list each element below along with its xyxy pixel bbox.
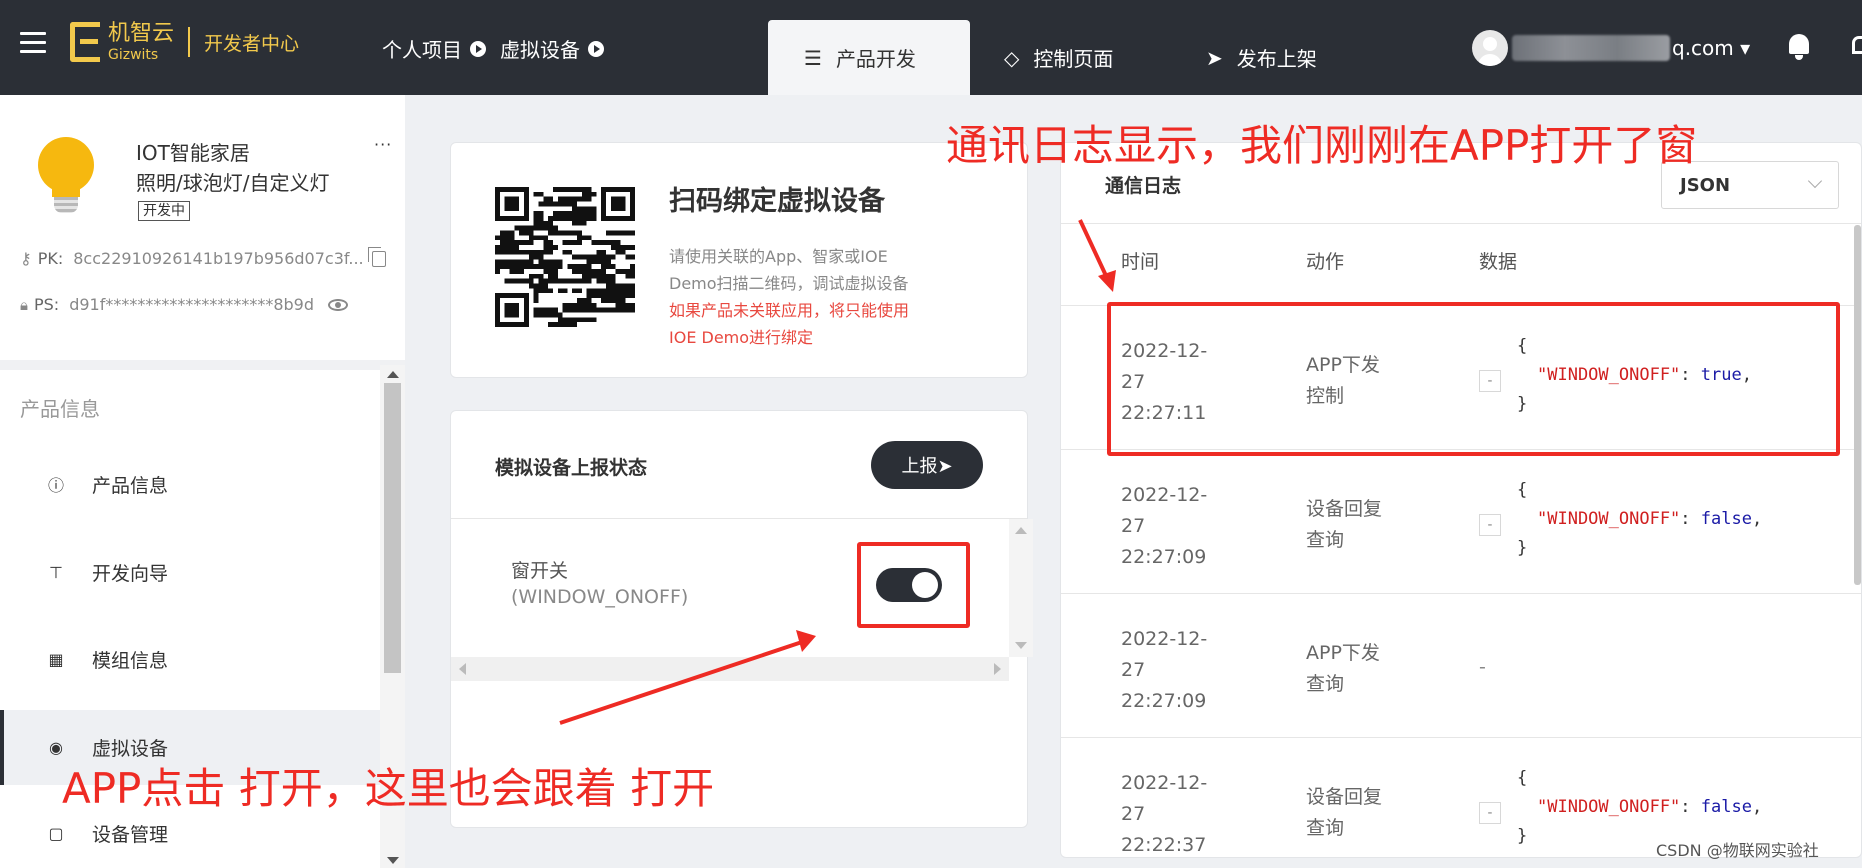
arrow-head-toggle [796, 630, 816, 652]
watermark: CSDN @物联网实验社 [1656, 841, 1819, 860]
annotation-arrows [559, 219, 1116, 725]
arrow-to-toggle [559, 640, 803, 725]
arrow-head-log [1098, 270, 1116, 292]
arrow-to-log [1078, 219, 1110, 281]
